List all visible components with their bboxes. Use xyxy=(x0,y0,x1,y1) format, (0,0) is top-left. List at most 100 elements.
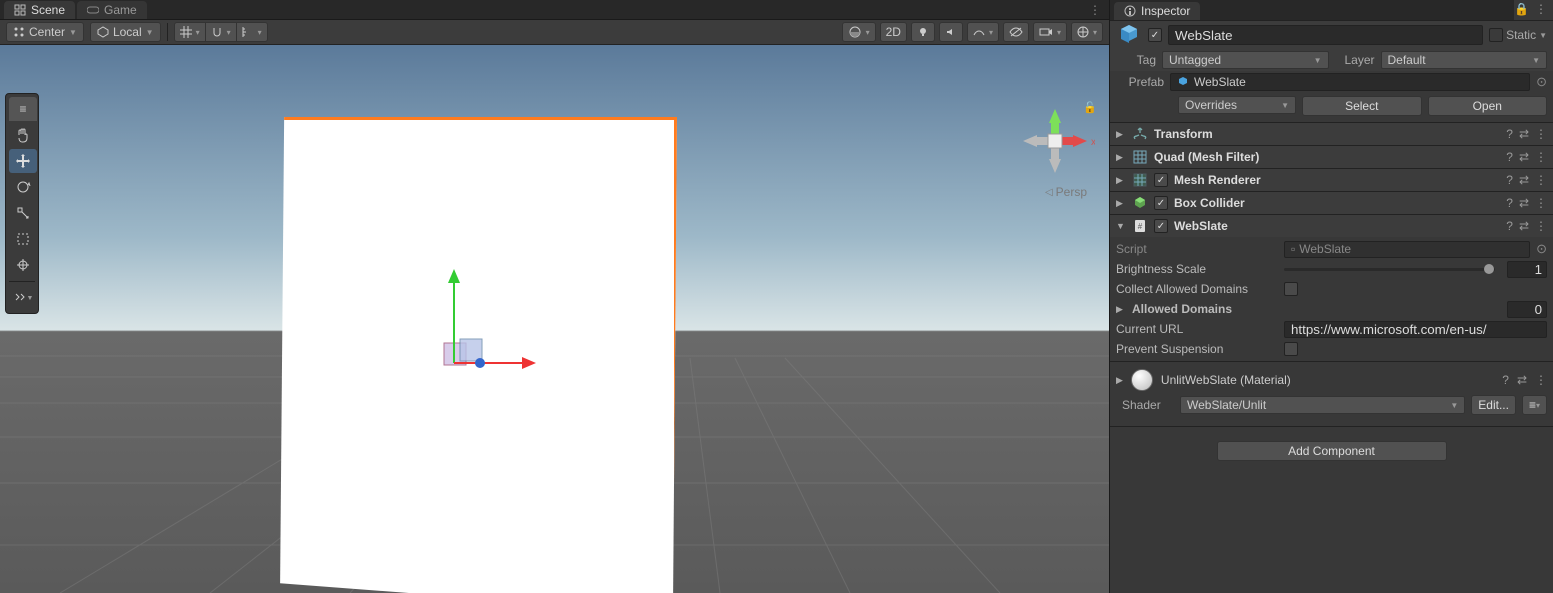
gameobject-active-checkbox[interactable]: ✓ xyxy=(1148,28,1162,42)
context-menu-icon[interactable]: ⋮ xyxy=(1535,196,1547,210)
component-header[interactable]: ▶ ✓ Box Collider ? ⇄ ⋮ xyxy=(1110,192,1553,214)
tool-handle-position-dropdown[interactable]: Center ▼ xyxy=(6,22,84,42)
component-header[interactable]: ▶ Transform ? ⇄ ⋮ xyxy=(1110,123,1553,145)
component-body: Script ▫WebSlate ⊙ Brightness Scale Coll… xyxy=(1110,237,1553,361)
chevron-down-icon: ▾ xyxy=(866,28,870,37)
transform-icon xyxy=(1132,126,1148,142)
prefab-open-button[interactable]: Open xyxy=(1428,96,1548,116)
panel-options-icon[interactable]: ⋮ xyxy=(1535,2,1547,16)
help-icon[interactable]: ? xyxy=(1506,127,1513,141)
shader-dropdown[interactable]: WebSlate/Unlit▼ xyxy=(1180,396,1465,414)
object-picker-icon[interactable]: ⊙ xyxy=(1536,74,1547,90)
tag-label: Tag xyxy=(1116,53,1156,67)
preset-icon[interactable]: ⇄ xyxy=(1519,196,1529,210)
panel-options-icon[interactable]: ⋮ xyxy=(1081,1,1109,19)
rotate-tool[interactable] xyxy=(9,175,37,199)
layer-dropdown[interactable]: Default▼ xyxy=(1381,51,1548,69)
context-menu-icon[interactable]: ⋮ xyxy=(1535,373,1547,387)
brightness-slider[interactable] xyxy=(1284,268,1495,271)
tab-game[interactable]: Game xyxy=(77,1,147,19)
help-icon[interactable]: ? xyxy=(1502,373,1509,387)
component-enable-checkbox[interactable]: ✓ xyxy=(1154,173,1168,187)
edit-shader-button[interactable]: Edit... xyxy=(1471,395,1516,415)
tag-dropdown[interactable]: Untagged▼ xyxy=(1162,51,1329,69)
prevent-suspension-label: Prevent Suspension xyxy=(1116,342,1278,356)
foldout-icon[interactable]: ▶ xyxy=(1116,304,1126,315)
add-component-button[interactable]: Add Component xyxy=(1217,441,1447,461)
shader-keywords-dropdown[interactable]: ≡ ▾ xyxy=(1522,395,1547,415)
custom-tools-dropdown[interactable]: ▼ xyxy=(9,286,37,310)
context-menu-icon[interactable]: ⋮ xyxy=(1535,150,1547,164)
lighting-toggle[interactable] xyxy=(911,22,935,42)
foldout-icon[interactable]: ▶ xyxy=(1116,375,1123,386)
context-menu-icon[interactable]: ⋮ xyxy=(1535,127,1547,141)
preset-icon[interactable]: ⇄ xyxy=(1519,173,1529,187)
scene-visibility-toggle[interactable] xyxy=(1003,22,1029,42)
scale-tool[interactable] xyxy=(9,201,37,225)
current-url-input[interactable] xyxy=(1284,321,1547,338)
overrides-dropdown[interactable]: Overrides▼ xyxy=(1178,96,1296,114)
tab-inspector[interactable]: Inspector xyxy=(1114,2,1200,20)
2d-toggle[interactable]: 2D xyxy=(880,22,907,42)
hand-tool[interactable] xyxy=(9,123,37,147)
component-quad-mesh-filter-: ▶ Quad (Mesh Filter) ? ⇄ ⋮ xyxy=(1110,145,1553,168)
help-icon[interactable]: ? xyxy=(1506,150,1513,164)
center-icon xyxy=(13,26,25,38)
preset-icon[interactable]: ⇄ xyxy=(1519,219,1529,233)
preset-icon[interactable]: ⇄ xyxy=(1519,150,1529,164)
material-preview-icon[interactable] xyxy=(1131,369,1153,391)
scene-viewport[interactable]: x 🔓 ◁ Persp ≡ ▼ xyxy=(0,45,1109,593)
foldout-icon: ▼ xyxy=(1116,221,1126,231)
audio-toggle[interactable] xyxy=(939,22,963,42)
projection-label[interactable]: ◁ Persp xyxy=(1045,185,1087,199)
gameobject-icon[interactable] xyxy=(1116,22,1142,48)
gameobject-name-input[interactable] xyxy=(1168,25,1483,45)
snap-increment-button[interactable]: ▾ xyxy=(236,22,268,42)
help-icon[interactable]: ? xyxy=(1506,173,1513,187)
gizmos-dropdown[interactable]: ▾ xyxy=(1071,22,1103,42)
camera-dropdown[interactable]: ▾ xyxy=(1033,22,1067,42)
static-checkbox[interactable] xyxy=(1489,28,1503,42)
context-menu-icon[interactable]: ⋮ xyxy=(1535,219,1547,233)
preset-icon[interactable]: ⇄ xyxy=(1519,127,1529,141)
material-section: ▶ UnlitWebSlate (Material) ? ⇄ ⋮ Shader … xyxy=(1110,361,1553,420)
component-enable-checkbox[interactable]: ✓ xyxy=(1154,219,1168,233)
chevron-down-icon: ▼ xyxy=(1281,101,1289,110)
space-label: Local xyxy=(113,25,142,39)
transform-tool[interactable] xyxy=(9,253,37,277)
component-header[interactable]: ▼ # ✓ WebSlate ? ⇄ ⋮ xyxy=(1110,215,1553,237)
chevron-down-icon: ▼ xyxy=(1314,56,1322,65)
draw-mode-dropdown[interactable]: ▾ xyxy=(842,22,876,42)
chevron-down-icon[interactable]: ▼ xyxy=(1539,31,1547,40)
object-picker-icon[interactable]: ⊙ xyxy=(1536,241,1547,257)
chevron-down-icon: ▾ xyxy=(227,28,231,37)
rect-tool[interactable] xyxy=(9,227,37,251)
help-icon[interactable]: ? xyxy=(1506,196,1513,210)
move-gizmo[interactable] xyxy=(436,267,536,377)
move-tool[interactable] xyxy=(9,149,37,173)
help-icon[interactable]: ? xyxy=(1506,219,1513,233)
tool-handle-rotation-dropdown[interactable]: Local ▼ xyxy=(90,22,161,42)
collect-domains-checkbox[interactable] xyxy=(1284,282,1298,296)
component-header[interactable]: ▶ ✓ Mesh Renderer ? ⇄ ⋮ xyxy=(1110,169,1553,191)
prevent-suspension-checkbox[interactable] xyxy=(1284,342,1298,356)
lock-icon[interactable]: 🔒 xyxy=(1514,2,1529,16)
component-name: Mesh Renderer xyxy=(1174,173,1500,187)
separator xyxy=(167,23,168,41)
projection-icon: ◁ xyxy=(1045,187,1053,198)
prefab-reference-field[interactable]: WebSlate xyxy=(1170,73,1530,91)
preset-icon[interactable]: ⇄ xyxy=(1517,373,1527,387)
context-menu-icon[interactable]: ⋮ xyxy=(1535,173,1547,187)
tab-scene[interactable]: Scene xyxy=(4,1,75,19)
prefab-select-button[interactable]: Select xyxy=(1302,96,1422,116)
grid-visibility-toggle[interactable]: ▾ xyxy=(174,22,206,42)
brightness-value-input[interactable] xyxy=(1507,261,1547,278)
lock-icon[interactable]: 🔓 xyxy=(1083,101,1097,114)
component-mesh-renderer: ▶ ✓ Mesh Renderer ? ⇄ ⋮ xyxy=(1110,168,1553,191)
component-enable-checkbox[interactable]: ✓ xyxy=(1154,196,1168,210)
snap-toggle[interactable]: ▾ xyxy=(205,22,237,42)
view-tool[interactable]: ≡ xyxy=(9,97,37,121)
allowed-domains-count[interactable] xyxy=(1507,301,1547,318)
fx-dropdown[interactable]: ▾ xyxy=(967,22,999,42)
component-header[interactable]: ▶ Quad (Mesh Filter) ? ⇄ ⋮ xyxy=(1110,146,1553,168)
